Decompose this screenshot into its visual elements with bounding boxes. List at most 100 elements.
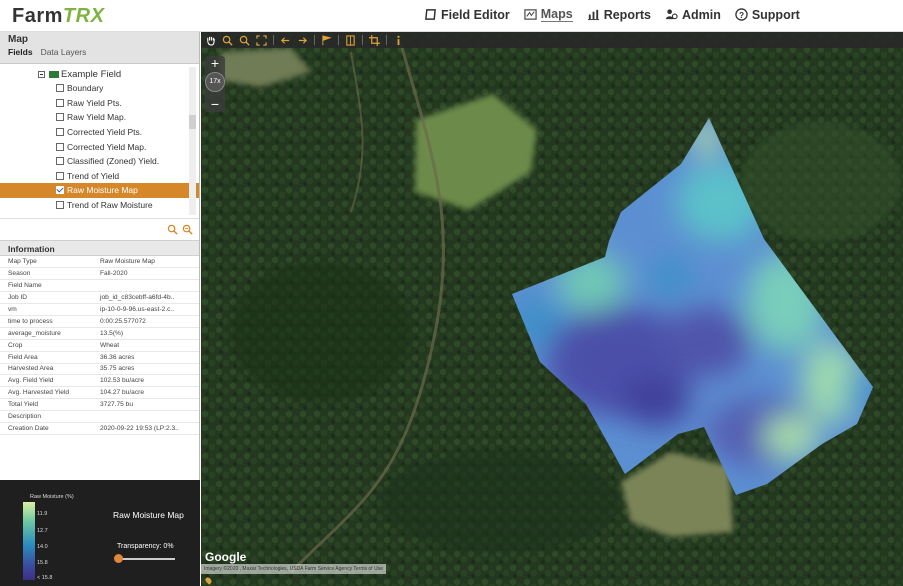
fit-extent-icon[interactable]	[256, 34, 267, 46]
zoom-in-icon[interactable]	[222, 35, 233, 46]
google-logo: Google	[205, 550, 247, 564]
layer-checkbox-checked[interactable]	[56, 186, 64, 195]
layer-boundary[interactable]: Boundary	[0, 81, 199, 96]
toolbar-separator	[273, 35, 274, 45]
tree-scrollbar-thumb[interactable]	[189, 115, 196, 129]
nav-field-editor[interactable]: Field Editor	[424, 7, 510, 22]
pan-hand-icon[interactable]	[205, 35, 216, 46]
left-panel-header: Map Fields Data Layers	[0, 32, 199, 64]
info-value: ip-10-0-9-96.us-east-2.c..	[92, 303, 199, 316]
forward-arrow-icon[interactable]	[297, 35, 308, 46]
app-logo[interactable]: FarmTRX	[12, 5, 104, 28]
transparency-label: Transparency: 0%	[117, 543, 174, 550]
info-row: Avg. Field Yield 102.53 bu/acre	[0, 374, 199, 388]
tab-fields[interactable]: Fields	[8, 47, 33, 57]
panel-tabs: Fields Data Layers	[8, 47, 191, 57]
collapse-icon[interactable]	[38, 70, 45, 78]
info-row: Season Fall-2020	[0, 267, 199, 281]
back-arrow-icon[interactable]	[280, 35, 291, 46]
info-key: Avg. Harvested Yield	[0, 386, 92, 400]
transparency-slider-handle[interactable]	[114, 554, 123, 563]
flag-icon[interactable]	[321, 34, 332, 46]
info-row: Field Area 36.36 acres	[0, 351, 199, 364]
layer-checkbox[interactable]	[56, 113, 64, 122]
info-value	[92, 410, 199, 423]
support-icon: ?	[735, 8, 748, 21]
toolbar-separator	[362, 35, 363, 45]
reports-icon	[587, 9, 599, 21]
information-header: Information	[0, 240, 199, 256]
layer-raw-yield-map[interactable]: Raw Yield Map.	[0, 110, 199, 125]
info-row: Avg. Harvested Yield 104.27 bu/acre	[0, 386, 199, 400]
nav-admin[interactable]: Admin	[665, 7, 721, 22]
layer-panel-icon[interactable]	[345, 34, 356, 46]
tab-data-layers[interactable]: Data Layers	[41, 47, 87, 57]
nav-reports-label: Reports	[603, 7, 651, 22]
tree-scrollbar[interactable]	[189, 67, 196, 215]
layer-checkbox[interactable]	[56, 84, 64, 93]
info-value: 102.53 bu/acre	[92, 374, 199, 388]
layer-corrected-yield-pts[interactable]: Corrected Yield Pts.	[0, 125, 199, 140]
zoom-to-layer-icon[interactable]	[167, 224, 178, 235]
layer-label: Corrected Yield Pts.	[67, 127, 143, 138]
info-value: Wheat	[92, 339, 199, 352]
zoom-out-button[interactable]: −	[205, 97, 225, 111]
toolbar-separator	[338, 35, 339, 45]
info-value: Raw Moisture Map	[92, 256, 199, 269]
layer-corrected-yield-map[interactable]: Corrected Yield Map.	[0, 139, 199, 154]
info-icon[interactable]	[393, 35, 404, 46]
map-attribution[interactable]: Imagery ©2020 , Maxar Technologies, USDA…	[201, 564, 386, 574]
zoom-out-icon[interactable]	[239, 35, 250, 46]
main-nav: Field Editor Maps Reports Admin ? Suppor…	[424, 7, 800, 22]
nav-reports[interactable]: Reports	[587, 7, 651, 22]
info-key: Season	[0, 267, 92, 281]
nav-maps[interactable]: Maps	[524, 7, 573, 22]
layer-raw-moisture-map[interactable]: Raw Moisture Map	[0, 183, 199, 198]
info-row: Creation Date 2020-09-22 19:53 (LP:2.3..	[0, 422, 199, 435]
legend-panel: Raw Moisture (%) 11.9 12.7 14.0 15.8 < 1…	[0, 480, 200, 586]
zoom-in-button[interactable]: +	[205, 56, 225, 70]
info-value: 13.5(%)	[92, 327, 199, 340]
info-row: Total Yield 3727.75 bu	[0, 398, 199, 412]
satellite-map[interactable]	[201, 32, 903, 586]
legend-value: 11.9	[37, 511, 48, 517]
folder-icon	[49, 70, 59, 78]
info-key: Crop	[0, 339, 92, 352]
toolbar-separator	[314, 35, 315, 45]
legend-map-name: Raw Moisture Map	[113, 510, 184, 520]
info-row: time to process 0:00:25.577072	[0, 315, 199, 328]
info-value: job_id_c83cebff-a6fd-4b..	[92, 291, 199, 305]
layer-checkbox[interactable]	[56, 142, 64, 151]
layer-checkbox[interactable]	[56, 171, 64, 180]
layer-classified-yield[interactable]: Classified (Zoned) Yield.	[0, 154, 199, 169]
info-key: Field Name	[0, 279, 92, 293]
layer-trend-of-yield[interactable]: Trend of Yield	[0, 169, 199, 184]
legend-color-ramp	[23, 502, 35, 580]
layer-label: Raw Yield Pts.	[67, 97, 122, 108]
information-table: Map Type Raw Moisture Map Season Fall-2020 F…	[0, 256, 199, 435]
info-value	[92, 279, 199, 293]
info-value: 0:00:25.577072	[92, 315, 199, 328]
legend-value: 15.8	[37, 560, 48, 566]
info-value: 36.36 acres	[92, 351, 199, 364]
layer-trend-of-raw-moisture[interactable]: Trend of Raw Moisture	[0, 198, 199, 213]
top-bar: FarmTRX Field Editor Maps Reports Admin …	[0, 0, 903, 32]
legend-value: < 15.8	[37, 575, 53, 581]
layer-checkbox[interactable]	[56, 98, 64, 107]
info-key: Total Yield	[0, 398, 92, 412]
map-view[interactable]: + 17x − Google Imagery ©2020 , Maxar Tec…	[201, 32, 903, 586]
transparency-slider[interactable]	[117, 558, 175, 560]
layer-checkbox[interactable]	[56, 201, 64, 210]
info-key: Avg. Field Yield	[0, 374, 92, 388]
legend-value: 14.0	[37, 544, 48, 550]
tree-root-label: Example Field	[61, 68, 122, 80]
crop-icon[interactable]	[369, 34, 380, 46]
field-editor-icon	[425, 9, 436, 20]
nav-support[interactable]: ? Support	[735, 7, 800, 22]
tree-root-example-field[interactable]: Example Field	[0, 67, 199, 81]
zoom-to-field-icon[interactable]	[182, 224, 193, 235]
layer-checkbox[interactable]	[56, 128, 64, 137]
info-value: Fall-2020	[92, 267, 199, 281]
layer-checkbox[interactable]	[56, 157, 64, 166]
layer-raw-yield-pts[interactable]: Raw Yield Pts.	[0, 96, 199, 111]
